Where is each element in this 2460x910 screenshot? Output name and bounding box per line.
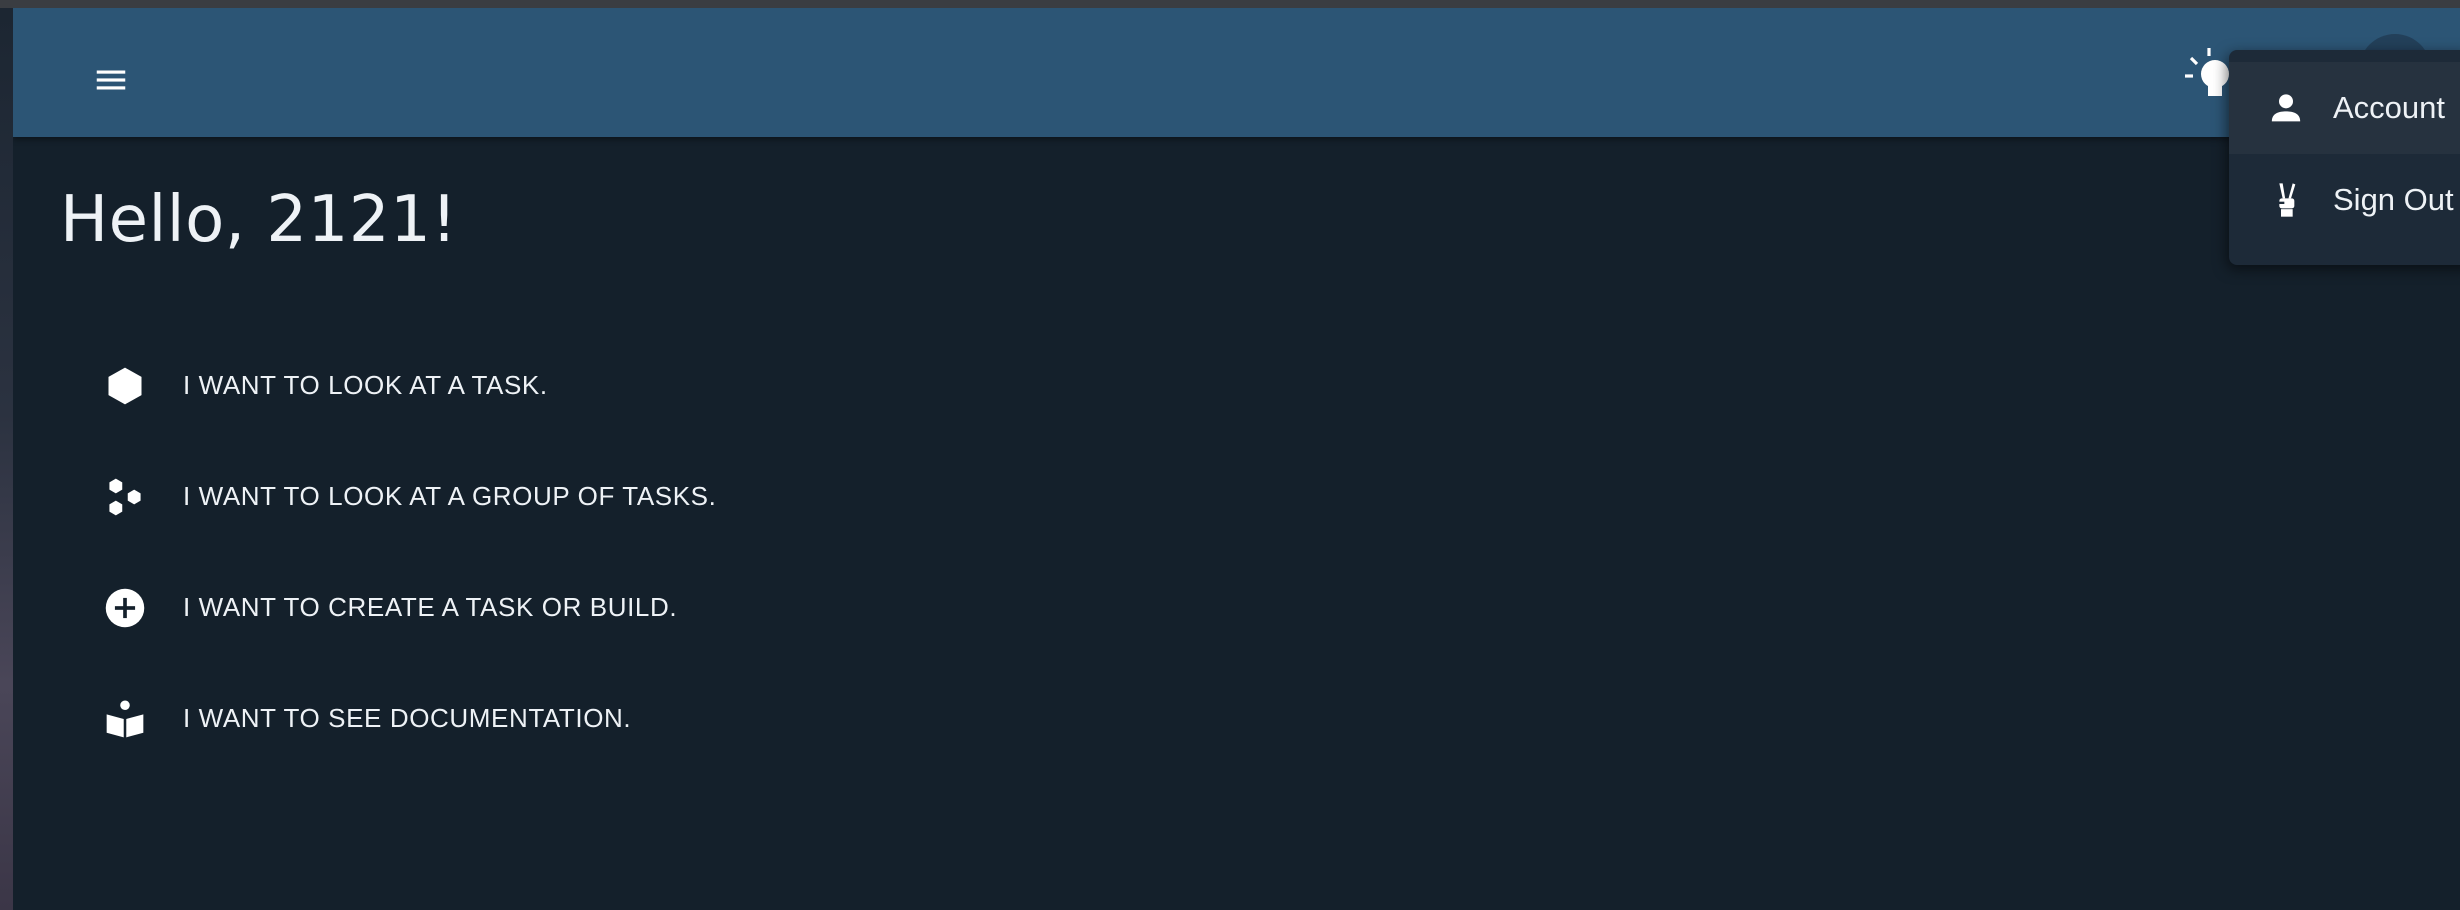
hamburger-menu-button[interactable] — [77, 46, 145, 114]
window-left-edge — [0, 8, 13, 910]
menu-item-label: Account — [2333, 90, 2446, 125]
menu-item-label: Sign Out — [2333, 182, 2454, 217]
menu-item-sign-out[interactable]: Sign Out — [2229, 154, 2460, 246]
book-reader-icon — [97, 691, 153, 747]
hamburger-menu-icon — [96, 70, 126, 90]
action-see-documentation[interactable]: I WANT TO SEE DOCUMENTATION. — [73, 663, 973, 774]
action-create-task-or-build[interactable]: I WANT TO CREATE A TASK OR BUILD. — [73, 552, 973, 663]
action-list: I WANT TO LOOK AT A TASK. I WANT TO LOOK… — [73, 330, 973, 774]
greeting-heading: Hello, 2121! — [60, 183, 458, 257]
plus-circle-icon — [97, 580, 153, 636]
hexagon-group-icon — [97, 469, 153, 525]
action-look-at-task[interactable]: I WANT TO LOOK AT A TASK. — [73, 330, 973, 441]
person-icon — [2263, 85, 2309, 131]
action-label: I WANT TO CREATE A TASK OR BUILD. — [183, 592, 678, 622]
action-label: I WANT TO SEE DOCUMENTATION. — [183, 703, 632, 733]
action-look-at-task-group[interactable]: I WANT TO LOOK AT A GROUP OF TASKS. — [73, 441, 973, 552]
peace-hand-icon — [2263, 177, 2309, 223]
action-label: I WANT TO LOOK AT A GROUP OF TASKS. — [183, 481, 717, 511]
window-top-strip — [0, 0, 2460, 8]
app-bar — [13, 8, 2460, 137]
hexagon-icon — [97, 358, 153, 414]
app-container: Hello, 2121! I WANT TO LOOK AT A TASK. I… — [13, 8, 2460, 910]
user-menu-dropdown: Account Sign Out — [2229, 50, 2460, 265]
menu-item-account[interactable]: Account — [2229, 62, 2460, 154]
action-label: I WANT TO LOOK AT A TASK. — [183, 370, 548, 400]
